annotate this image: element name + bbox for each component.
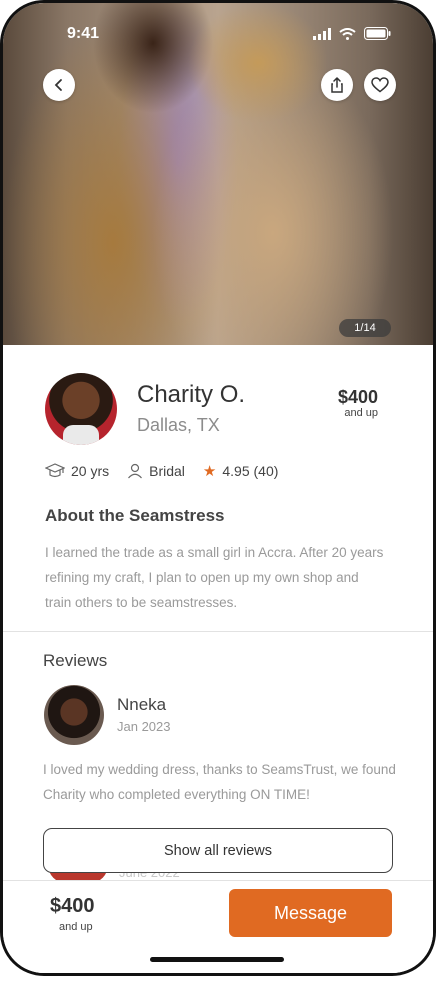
experience-value: 20 yrs [71, 463, 110, 479]
review-date: Jan 2023 [117, 719, 171, 734]
show-all-reviews-button[interactable]: Show all reviews [43, 828, 393, 873]
back-icon [54, 79, 62, 91]
about-text: I learned the trade as a small girl in A… [45, 545, 384, 610]
status-icons [313, 27, 391, 40]
reviews-title: Reviews [43, 651, 108, 670]
rating-value: 4.95 (40) [222, 463, 279, 479]
status-time: 9:41 [67, 25, 100, 42]
price-value: $400 [337, 387, 378, 407]
share-icon [331, 77, 343, 93]
review-text: I loved my wedding dress, thanks to Seam… [43, 762, 396, 802]
seamstress-name: Charity O. [137, 381, 246, 408]
battery-icon [364, 27, 391, 40]
signal-icon [313, 27, 331, 40]
graduation-cap-icon [45, 463, 65, 478]
rating-stat: ★ 4.95 (40) [203, 462, 279, 480]
about-title: About the Seamstress [45, 506, 225, 525]
specialty-value: Bridal [149, 463, 185, 479]
phone-frame: 9:41 1/14 Charity O. Dallas, TX $400 and… [0, 0, 436, 976]
person-icon [128, 463, 143, 479]
footer-price-note: and up [59, 921, 93, 933]
seamstress-location: Dallas, TX [137, 415, 220, 435]
specialty-stat: Bridal [127, 463, 185, 479]
share-button[interactable] [321, 69, 353, 101]
footer-price: $400 [50, 895, 95, 917]
reviewer-name: Nneka [117, 695, 167, 714]
profile-stats: 20 yrs Bridal ★ 4.95 (40) [45, 462, 296, 480]
star-icon: ★ [202, 463, 217, 480]
photo-counter: 1/14 [339, 319, 391, 337]
section-divider [3, 631, 433, 632]
heart-icon [371, 77, 389, 93]
experience-stat: 20 yrs [45, 463, 109, 479]
price-note: and up [344, 407, 378, 419]
favorite-button[interactable] [364, 69, 396, 101]
home-indicator[interactable] [150, 957, 284, 962]
wifi-icon [339, 27, 356, 40]
seamstress-avatar [45, 373, 117, 445]
reviewer-avatar [44, 685, 104, 745]
back-button[interactable] [43, 69, 75, 101]
message-button[interactable]: Message [229, 889, 392, 937]
hero-photo[interactable]: 9:41 1/14 [3, 3, 433, 345]
